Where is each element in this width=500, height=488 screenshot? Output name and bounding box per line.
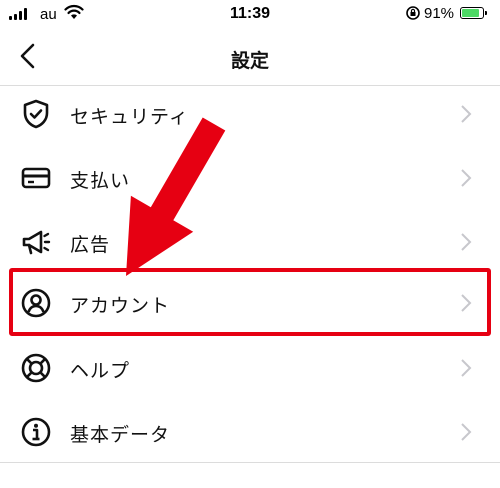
menu-item-security[interactable]: セキュリティ [0,82,500,146]
credit-card-icon [21,167,51,189]
lifebuoy-icon [21,353,51,383]
menu-item-label: 基本データ [70,424,171,446]
chevron-right-icon [461,359,472,377]
menu-item-help[interactable]: ヘルプ [0,336,500,400]
menu-item-label: 支払い [70,170,131,192]
battery-fill [462,9,480,17]
menu-item-label: ヘルプ [70,360,131,382]
menu-item-ads[interactable]: 広告 [0,210,500,274]
page-title: 設定 [230,50,269,72]
menu-item-basic-data[interactable]: 基本データ [0,400,500,464]
menu-item-label: 広告 [70,234,111,256]
chevron-right-icon [461,233,472,251]
status-bar: au 11:39 91% [0,0,500,30]
highlight-box [9,268,491,336]
menu-item-label: セキュリティ [70,106,189,128]
orientation-lock-icon [406,6,420,20]
shield-check-icon [23,99,49,129]
nav-bar: 設定 [0,30,500,86]
chevron-right-icon [461,423,472,441]
megaphone-icon [22,230,51,255]
battery-icon [460,7,487,19]
battery-percent: 91% [424,5,455,22]
list-bottom-divider [0,462,500,463]
menu-item-payments[interactable]: 支払い [0,146,500,210]
chevron-right-icon [461,105,472,123]
chevron-right-icon [461,169,472,187]
info-circle-icon [21,417,51,447]
